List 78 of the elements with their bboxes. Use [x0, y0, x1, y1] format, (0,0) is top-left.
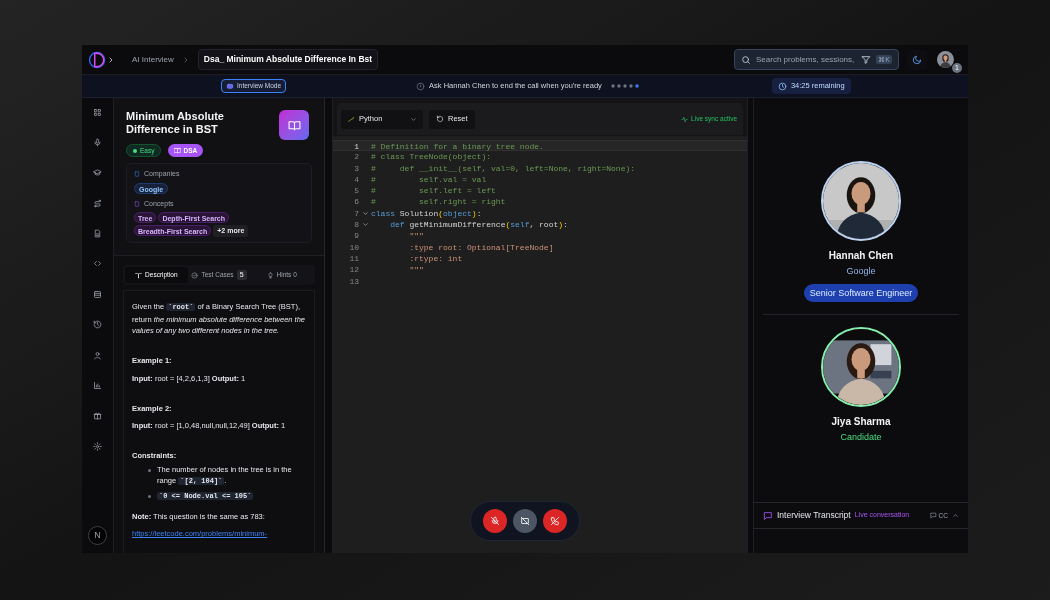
participant-name: Hannah Chen — [828, 249, 894, 263]
code-line: """ — [408, 230, 424, 242]
line-number: 4 — [353, 173, 359, 186]
route-icon — [93, 198, 102, 208]
participant-subtitle: Google — [846, 265, 876, 278]
mute-button[interactable] — [483, 509, 507, 533]
list-icon — [93, 289, 102, 299]
line-number: 6 — [353, 196, 359, 208]
microphone-icon — [93, 137, 102, 147]
moon-icon — [912, 54, 922, 65]
avatar[interactable] — [937, 51, 954, 68]
user-avatar[interactable]: N — [88, 526, 107, 545]
activity-icon — [681, 115, 689, 123]
code-line: :rtype: int — [408, 252, 463, 265]
document-icon — [93, 229, 102, 239]
dashboard-icon — [93, 107, 102, 117]
bullet-icon — [148, 468, 151, 472]
microphone-off-icon — [490, 516, 500, 526]
history-icon — [93, 320, 102, 330]
graduation-cap-icon — [93, 168, 102, 178]
code-line: # self.val = val — [371, 173, 487, 186]
camera-off-icon — [520, 516, 530, 526]
chevron-down-icon — [410, 115, 417, 123]
line-number: 8 — [353, 219, 359, 231]
theme-toggle-button[interactable] — [907, 49, 927, 70]
code-line: # Definition for a binary tree node. — [371, 141, 544, 151]
search-icon — [741, 54, 751, 65]
code-line: # class TreeNode(object): — [371, 151, 492, 163]
info-icon — [416, 81, 426, 91]
logo-icon — [88, 50, 106, 69]
code-line: :type root: Optional[TreeNode] — [408, 241, 554, 253]
breadcrumb-current[interactable]: Dsa_ Minimum Absolute Difference In Bst — [197, 49, 379, 70]
chat-bubble-icon — [929, 512, 937, 519]
chat-bubble-icon — [763, 510, 773, 521]
chevron-up-icon[interactable] — [952, 512, 959, 519]
clock-icon — [777, 81, 787, 91]
role-badge: Senior Software Engineer — [803, 283, 919, 302]
line-number: 1 — [353, 141, 359, 151]
transcript-title: Interview Transcript — [777, 509, 851, 522]
code-line: class Solution(object): — [371, 207, 482, 220]
code-line: # self.right = right — [371, 196, 506, 208]
problem-title: Minimum Absolute Difference in BST — [126, 110, 225, 137]
code-line: # self.left = left — [371, 185, 496, 197]
participant-name: Jiya Sharma — [831, 414, 891, 429]
lightbulb-icon — [266, 271, 274, 279]
line-number: 7 — [353, 207, 359, 220]
code-line: # def __init__(self, val=0, left=None, right=None): — [371, 162, 636, 174]
line-number: 11 — [348, 252, 359, 265]
line-number: 10 — [348, 241, 359, 253]
participant-subtitle: Candidate — [840, 430, 882, 444]
user-icon — [93, 350, 102, 360]
code-line: """ — [408, 264, 424, 276]
line-number: 12 — [348, 264, 359, 276]
camera-button[interactable] — [513, 509, 537, 533]
line-number: 9 — [353, 230, 359, 242]
chevron-down-icon[interactable] — [361, 209, 369, 217]
line-number: 2 — [353, 151, 359, 163]
check-circle-icon — [191, 271, 199, 279]
line-number: 13 — [348, 275, 359, 287]
settings-icon — [93, 441, 102, 451]
snake-icon — [347, 115, 355, 123]
code-line: def getMinimumDifference(self, root): — [389, 219, 568, 231]
book-button[interactable] — [279, 110, 309, 140]
robot-icon — [226, 82, 234, 90]
search-input[interactable]: Search problems, sessions, — [756, 53, 857, 66]
chevron-down-icon[interactable] — [361, 221, 369, 229]
filter-icon — [861, 54, 872, 65]
bar-chart-icon — [93, 381, 102, 390]
breadcrumb-link[interactable]: AI Interview — [132, 53, 174, 66]
phone-off-icon — [550, 516, 560, 526]
code-icon — [93, 259, 102, 269]
reset-icon — [436, 115, 444, 123]
bullet-icon — [148, 495, 151, 499]
line-number: 3 — [353, 162, 359, 174]
end-call-button[interactable] — [543, 509, 567, 533]
chevron-right-icon — [107, 55, 115, 64]
line-number: 5 — [353, 185, 359, 197]
gift-icon — [93, 411, 102, 421]
